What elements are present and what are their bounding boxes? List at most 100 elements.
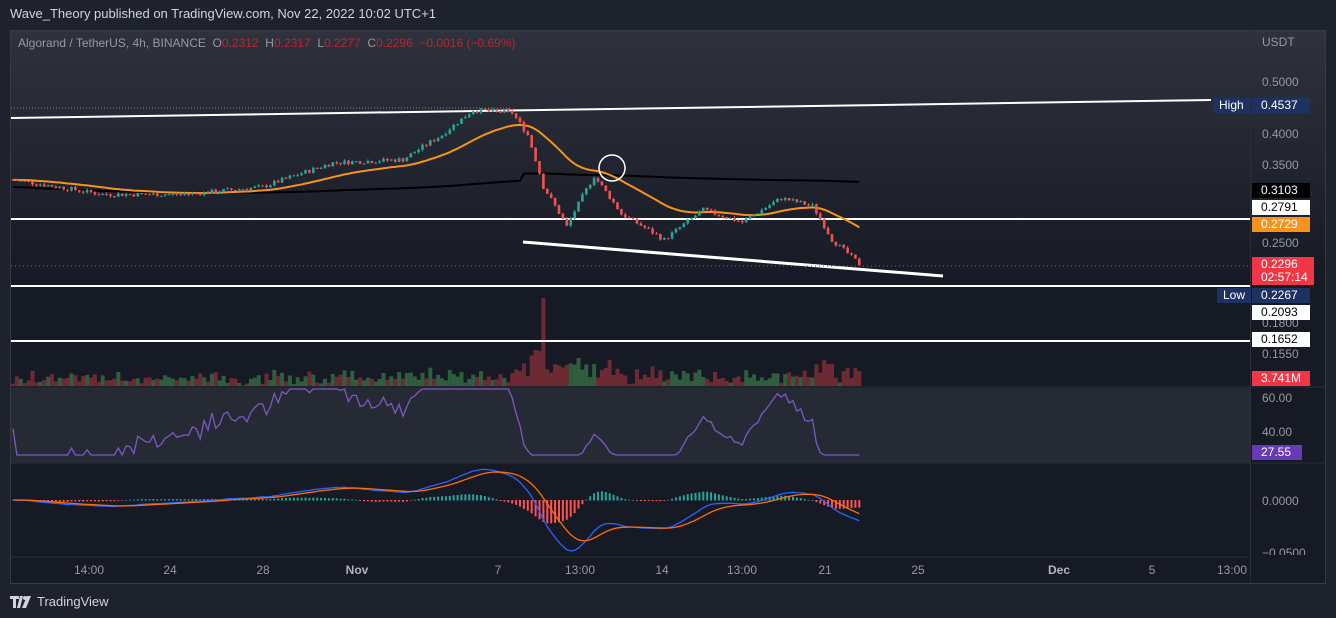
volume-bar	[420, 372, 425, 386]
volume-bar	[104, 380, 109, 386]
candle-body	[748, 216, 752, 219]
candle-body	[429, 140, 432, 146]
volume-bar	[631, 383, 636, 386]
symbol-legend: Algorand / TetherUS, 4h, BINANCE O0.2312…	[18, 36, 516, 50]
candle-body	[503, 110, 506, 113]
volume-bar	[369, 378, 374, 386]
macd-histogram-bar	[682, 495, 685, 501]
macd-histogram-bar	[593, 493, 596, 501]
candle-body	[834, 241, 838, 246]
candle-body	[347, 160, 350, 165]
candle-body	[526, 131, 530, 136]
volume-bar	[424, 378, 429, 386]
macd-histogram-bar	[355, 499, 358, 501]
macd-histogram-bar	[858, 500, 861, 508]
macd-histogram-bar	[519, 500, 521, 507]
macd-histogram-bar	[175, 499, 178, 501]
candle-body	[339, 162, 342, 164]
volume-bar	[319, 383, 324, 386]
volume-bar	[11, 383, 15, 386]
candle-body	[643, 225, 647, 228]
volume-bar	[73, 375, 78, 386]
chart-canvas[interactable]	[11, 31, 1326, 584]
macd-histogram-bar	[526, 500, 529, 511]
volume-bar	[217, 380, 222, 386]
candle-body	[542, 173, 545, 189]
time-tick: 25	[911, 563, 925, 577]
candle-body	[475, 111, 479, 113]
rsi-pane-bg	[11, 388, 1251, 463]
macd-histogram-bar	[815, 500, 818, 503]
volume-bar	[100, 375, 105, 386]
volume-bar	[61, 378, 66, 386]
macd-histogram-bar	[468, 494, 471, 501]
high-label: H	[265, 36, 274, 50]
volume-bar	[213, 372, 218, 386]
volume-bar	[233, 378, 238, 386]
candle-body	[561, 213, 565, 219]
volume-bar	[705, 378, 710, 386]
macd-histogram-bar	[70, 500, 73, 502]
macd-histogram-bar	[304, 497, 307, 501]
volume-bar	[728, 382, 733, 386]
volume-bar	[763, 380, 768, 386]
macd-histogram-bar	[199, 499, 202, 501]
macd-histogram-bar	[300, 497, 303, 501]
volume-bar	[128, 381, 132, 386]
candle-body	[588, 184, 592, 189]
volume-bar	[638, 379, 643, 386]
macd-histogram-bar	[441, 496, 443, 501]
volume-bar	[752, 374, 756, 386]
volume-bar	[170, 378, 175, 386]
candle-body	[296, 175, 299, 177]
volume-bar	[791, 376, 795, 386]
volume-bar	[120, 380, 125, 386]
macd-histogram-bar	[335, 498, 338, 501]
candle-body	[741, 221, 744, 223]
volume-bar	[163, 375, 168, 386]
macd-histogram-bar	[444, 496, 447, 501]
volume-bar	[287, 375, 292, 386]
macd-histogram-bar	[577, 500, 580, 509]
candle-body	[105, 193, 108, 195]
low-side-label: Low	[1217, 288, 1252, 303]
macd-histogram-bar	[448, 495, 451, 501]
volume-bar	[447, 369, 452, 386]
time-tick: 13:00	[726, 563, 758, 577]
macd-histogram-bar	[324, 497, 326, 501]
price-tick: 0.5000	[1262, 75, 1299, 89]
symbol-title[interactable]: Algorand / TetherUS, 4h, BINANCE	[18, 36, 206, 50]
candle-body	[273, 180, 276, 186]
candle-body	[460, 118, 463, 124]
rsi-tick: 60.00	[1262, 391, 1293, 405]
tradingview-logo-icon	[10, 595, 31, 608]
volume-bar	[89, 377, 93, 386]
macd-histogram-bar	[639, 500, 642, 502]
candle-body	[616, 202, 619, 210]
level-tag: 0.2791	[1252, 200, 1310, 215]
tradingview-logo[interactable]: TradingView	[10, 594, 109, 609]
macd-histogram-bar	[308, 497, 311, 501]
candle-body	[58, 186, 62, 188]
chart-frame[interactable]	[10, 30, 1326, 584]
candle-body	[390, 159, 393, 161]
volume-bar	[14, 376, 19, 386]
candle-body	[854, 254, 857, 259]
candle-body	[128, 194, 132, 196]
macd-histogram-bar	[316, 497, 319, 501]
macd-histogram-bar	[90, 500, 92, 502]
volume-bar	[771, 373, 776, 386]
candle-body	[288, 175, 292, 179]
candle-body	[405, 157, 409, 162]
candle-body	[323, 164, 327, 168]
volume-bar	[147, 377, 152, 386]
macd-histogram-bar	[499, 500, 502, 502]
volume-bar	[346, 377, 351, 386]
candle-body	[733, 217, 736, 221]
volume-bar	[740, 382, 745, 386]
candle-body	[768, 205, 771, 208]
low-value: 0.2277	[324, 36, 361, 50]
macd-histogram-bar	[507, 500, 510, 503]
candle-body	[604, 185, 608, 191]
candle-body	[826, 228, 830, 235]
